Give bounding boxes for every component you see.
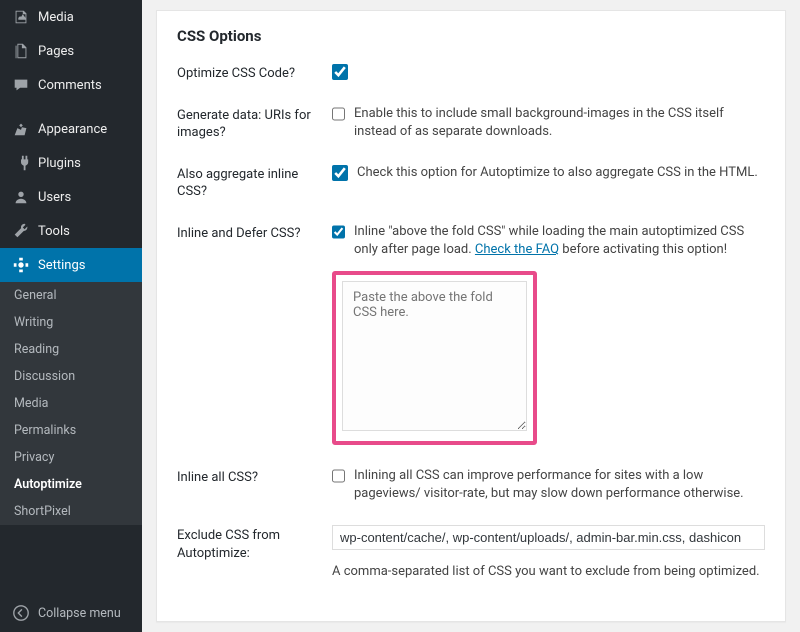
- desc-exclude: A comma-separated list of CSS you want t…: [332, 563, 765, 581]
- settings-icon: [12, 256, 30, 274]
- row-exclude: Exclude CSS from Autoptimize: A comma-se…: [177, 525, 765, 581]
- row-aggregate: Also aggregate inline CSS? Check this op…: [177, 164, 765, 201]
- sidebar-label: Media: [38, 10, 74, 25]
- tools-icon: [12, 222, 30, 240]
- row-optimize: Optimize CSS Code?: [177, 63, 765, 83]
- desc-inlinedefer: Inline "above the fold CSS" while loadin…: [354, 223, 765, 259]
- sidebar-label: Pages: [38, 44, 74, 59]
- label-inlinedefer: Inline and Defer CSS?: [177, 223, 332, 243]
- row-inlineall: Inline all CSS? Inlining all CSS can imp…: [177, 467, 765, 503]
- label-optimize: Optimize CSS Code?: [177, 63, 332, 83]
- comments-icon: [12, 76, 30, 94]
- panel-title: CSS Options: [177, 27, 765, 45]
- row-inlinedefer: Inline and Defer CSS? Inline "above the …: [177, 223, 765, 445]
- collapse-label: Collapse menu: [38, 606, 121, 621]
- sub-general[interactable]: General: [0, 282, 142, 309]
- admin-sidebar: Media Pages Comments Appearance Plugins …: [0, 0, 142, 632]
- checkbox-aggregate[interactable]: [332, 165, 348, 181]
- row-datauri: Generate data: URIs for images? Enable t…: [177, 105, 765, 142]
- sub-shortpixel[interactable]: ShortPixel: [0, 498, 142, 525]
- desc-aggregate: Check this option for Autoptimize to als…: [357, 164, 758, 182]
- sidebar-label: Comments: [38, 78, 102, 93]
- sidebar-label: Appearance: [38, 122, 107, 137]
- sidebar-label: Tools: [38, 224, 70, 239]
- sub-autoptimize[interactable]: Autoptimize: [0, 471, 142, 498]
- atf-css-highlight: [332, 271, 537, 445]
- sidebar-item-tools[interactable]: Tools: [0, 214, 142, 248]
- sub-reading[interactable]: Reading: [0, 336, 142, 363]
- sidebar-item-users[interactable]: Users: [0, 180, 142, 214]
- checkbox-optimize[interactable]: [332, 64, 348, 80]
- desc-datauri: Enable this to include small background-…: [354, 105, 765, 141]
- sidebar-item-appearance[interactable]: Appearance: [0, 112, 142, 146]
- plugins-icon: [12, 154, 30, 172]
- sub-writing[interactable]: Writing: [0, 309, 142, 336]
- pages-icon: [12, 42, 30, 60]
- faq-link[interactable]: Check the FAQ: [475, 242, 559, 257]
- sidebar-label: Settings: [38, 258, 85, 273]
- exclude-input[interactable]: [332, 525, 765, 550]
- users-icon: [12, 188, 30, 206]
- settings-panel: CSS Options Optimize CSS Code? Generate …: [156, 10, 786, 622]
- appearance-icon: [12, 120, 30, 138]
- sidebar-label: Plugins: [38, 156, 81, 171]
- desc-inlineall: Inlining all CSS can improve performance…: [354, 467, 765, 503]
- atf-css-textarea[interactable]: [342, 281, 527, 431]
- sub-discussion[interactable]: Discussion: [0, 363, 142, 390]
- checkbox-datauri[interactable]: [332, 106, 345, 122]
- label-datauri: Generate data: URIs for images?: [177, 105, 332, 142]
- collapse-menu[interactable]: Collapse menu: [0, 594, 142, 632]
- sidebar-item-settings[interactable]: Settings: [0, 248, 142, 282]
- main-content: CSS Options Optimize CSS Code? Generate …: [142, 0, 800, 632]
- label-inlineall: Inline all CSS?: [177, 467, 332, 487]
- sub-privacy[interactable]: Privacy: [0, 444, 142, 471]
- sidebar-item-plugins[interactable]: Plugins: [0, 146, 142, 180]
- label-aggregate: Also aggregate inline CSS?: [177, 164, 332, 201]
- sub-permalinks[interactable]: Permalinks: [0, 417, 142, 444]
- media-icon: [12, 8, 30, 26]
- sub-media[interactable]: Media: [0, 390, 142, 417]
- collapse-icon: [12, 604, 30, 622]
- sidebar-item-comments[interactable]: Comments: [0, 68, 142, 102]
- sidebar-item-media[interactable]: Media: [0, 0, 142, 34]
- sidebar-item-pages[interactable]: Pages: [0, 34, 142, 68]
- checkbox-inlineall[interactable]: [332, 468, 345, 484]
- checkbox-inlinedefer[interactable]: [332, 224, 345, 240]
- sidebar-submenu: General Writing Reading Discussion Media…: [0, 282, 142, 525]
- sidebar-label: Users: [38, 190, 71, 205]
- label-exclude: Exclude CSS from Autoptimize:: [177, 525, 332, 562]
